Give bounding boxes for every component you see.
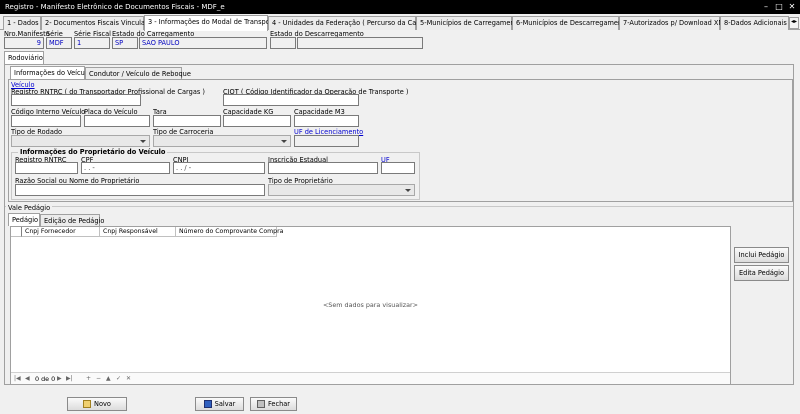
ciot-input[interactable] [223,94,359,106]
close-door-icon [256,400,265,408]
first-page-icon[interactable]: |◀ [14,375,21,382]
post-record-icon[interactable]: ✓ [116,375,121,382]
tab-dados-adicionais[interactable]: 8-Dados Adicionais [720,16,789,30]
delete-record-icon[interactable]: − [96,375,101,382]
tab-autorizados-download[interactable]: 7-Autorizados p/ Download XML [619,16,728,30]
grid-indicator-column [11,227,22,237]
close-icon[interactable]: ✕ [786,1,798,12]
uf-input[interactable] [381,162,415,174]
tipo-rodado-select[interactable] [11,135,150,147]
tab-municipios-descarregamento[interactable]: 6-Municípios de Descarregamento [512,16,629,30]
placa-input[interactable] [84,115,150,127]
window-title: Registro - Manifesto Eletrônico de Docum… [5,3,225,11]
main-tab-bar: 1 - Dados 2- Documentos Fiscais Vinculad… [0,15,800,31]
col-cnpj-fornecedor[interactable]: Cnpj Fornecedor [22,227,100,237]
tab-rodoviario[interactable]: Rodoviário [4,51,44,64]
grid-navigator: |◀ ◀ 0 de 0 ▶ ▶| + − ▲ ✓ ✕ [11,372,730,384]
nro-manifesto-field: 9 [4,37,44,49]
edit-record-icon[interactable]: ▲ [106,375,111,382]
proprietario-title: Informações do Proprietário do Veículo [18,148,168,156]
vale-pedagio-divider [5,206,793,207]
tab-edicao-pedagio[interactable]: Edição de Pedágio [40,214,104,226]
estado-carregamento-nome-field: SAO PAULO [139,37,267,49]
tab-informacoes-veiculo[interactable]: Informações do Veículo [10,66,91,79]
tab-scroll-icon[interactable]: ◂▸ [789,17,799,29]
estado-descarregamento-uf-field [270,37,296,49]
rntrc-input[interactable] [11,94,141,106]
capacidade-kg-input[interactable] [223,115,291,127]
minimize-icon[interactable]: – [760,1,772,12]
tab-dados[interactable]: 1 - Dados [3,16,41,30]
codigo-veiculo-input[interactable] [11,115,81,127]
next-page-icon[interactable]: ▶ [57,375,62,382]
tipo-carroceria-select[interactable] [153,135,291,147]
tab-documentos-fiscais[interactable]: 2- Documentos Fiscais Vinculados [41,16,157,30]
page-counter: 0 de 0 [35,375,56,383]
novo-button[interactable]: Novo [67,397,127,411]
salvar-button[interactable]: Salvar [195,397,244,411]
cnpj-input[interactable]: . . / - [173,162,265,174]
empty-grid-message: <Sem dados para visualizar> [322,301,419,309]
tab-pedagio[interactable]: Pedágio [8,213,40,226]
col-cnpj-responsavel[interactable]: Cnpj Responsável [100,227,176,237]
tab-condutor-reboque[interactable]: Condutor / Veículo de Reboque [85,67,191,79]
prop-rntrc-input[interactable] [15,162,78,174]
pedagio-grid: Cnpj Fornecedor Cnpj Responsável Número … [10,226,731,385]
salvar-label: Salvar [214,400,236,408]
save-icon [203,400,212,408]
inscricao-estadual-input[interactable] [268,162,378,174]
maximize-icon[interactable]: □ [773,1,785,12]
col-numero-comprovante[interactable]: Número do Comprovante Compra [176,227,283,237]
cancel-record-icon[interactable]: ✕ [126,375,131,382]
estado-carregamento-uf-field: SP [112,37,138,49]
prev-page-icon[interactable]: ◀ [25,375,30,382]
new-document-icon [83,400,92,408]
title-bar: Registro - Manifesto Eletrônico de Docum… [0,0,800,14]
incluir-pedagio-button[interactable]: Inclui Pedágio [734,247,789,263]
serie-fiscal-field: 1 [74,37,110,49]
serie-field: MDF [46,37,72,49]
cpf-input[interactable]: . . - [81,162,170,174]
tipo-proprietario-select[interactable] [268,184,415,196]
razao-social-input[interactable] [15,184,265,196]
tab-modal-transporte[interactable]: 3 - Informações do Modal de Transporte [144,15,279,31]
novo-label: Novo [94,400,111,408]
capacidade-m3-input[interactable] [294,115,359,127]
vale-pedagio-label: Vale Pedágio [6,204,53,212]
estado-descarregamento-nome-field [297,37,423,49]
tab-unidades-federacao[interactable]: 4 - Unidades da Federação ( Percurso da … [268,16,432,30]
uf-licenciamento-input[interactable] [294,135,359,147]
tara-input[interactable] [153,115,221,127]
tab-municipios-carregamento[interactable]: 5-Municípios de Carregamento [416,16,521,30]
editar-pedagio-button[interactable]: Edita Pedágio [734,265,789,281]
fechar-button[interactable]: Fechar [250,397,297,411]
fechar-label: Fechar [267,400,291,408]
add-record-icon[interactable]: + [86,375,91,382]
last-page-icon[interactable]: ▶| [66,375,73,382]
